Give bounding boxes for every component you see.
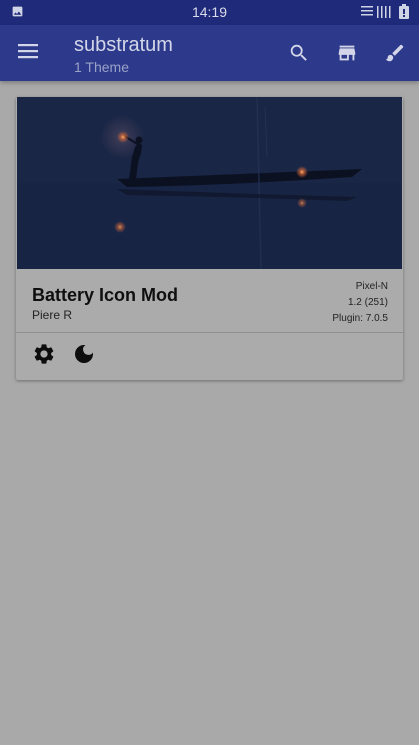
theme-name: Battery Icon Mod <box>32 285 179 305</box>
menu-icon[interactable] <box>17 42 39 65</box>
card-divider <box>16 332 403 333</box>
settings-icon[interactable] <box>32 342 56 366</box>
app-bar: substratum 1 Theme <box>0 25 419 81</box>
theme-author: Piere R <box>32 308 73 322</box>
night-mode-icon[interactable] <box>72 342 96 366</box>
search-icon[interactable] <box>275 41 323 65</box>
theme-card[interactable]: Battery Icon Mod Piere R Pixel-N 1.2 (25… <box>16 97 403 380</box>
store-icon[interactable] <box>323 41 371 65</box>
theme-device: Pixel-N <box>355 281 388 292</box>
theme-meta: Pixel-N 1.2 (251) Plugin: 7.0.5 <box>332 279 388 327</box>
battery-icon <box>399 4 409 24</box>
status-bar: 14:19 <box>0 0 419 25</box>
app-title: substratum <box>74 34 173 56</box>
theme-plugin: Plugin: 7.0.5 <box>332 313 388 324</box>
signal-icon <box>361 5 393 24</box>
brush-icon[interactable] <box>371 41 419 65</box>
theme-hero-image <box>17 97 402 269</box>
status-time: 14:19 <box>191 4 228 20</box>
theme-version: 1.2 (251) <box>347 297 388 308</box>
app-subtitle: 1 Theme <box>74 59 129 75</box>
